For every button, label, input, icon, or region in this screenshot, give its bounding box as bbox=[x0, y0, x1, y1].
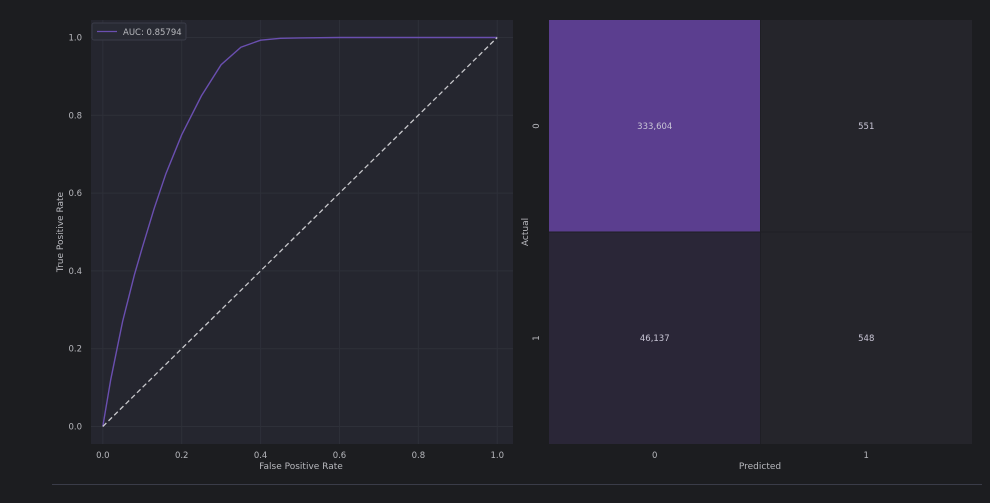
matrix-x-tick-label: 0 bbox=[652, 451, 657, 461]
matrix-x-axis-label: Predicted bbox=[739, 462, 781, 472]
matrix-x-ticks: 01 bbox=[652, 451, 869, 461]
matrix-y-tick-label: 0 bbox=[532, 123, 542, 128]
roc-x-tick-label: 0.0 bbox=[96, 451, 110, 461]
matrix-y-tick-label: 1 bbox=[532, 335, 542, 340]
roc-legend: AUC: 0.85794 bbox=[91, 22, 187, 41]
roc-x-tick-label: 1.0 bbox=[490, 451, 504, 461]
matrix-y-ticks: 01 bbox=[532, 123, 542, 340]
legend-entry-label: AUC: 0.85794 bbox=[123, 28, 182, 38]
roc-y-tick-label: 0.0 bbox=[68, 422, 82, 432]
roc-y-axis-label: True Positive Rate bbox=[56, 191, 66, 273]
roc-x-tick-label: 0.8 bbox=[412, 451, 426, 461]
roc-y-tick-label: 0.2 bbox=[68, 345, 82, 355]
roc-chart: 0.0 0.2 0.4 0.6 0.8 1.0 0.0 0.2 0.4 0.6 0.8 1.0 Fa… bbox=[56, 20, 513, 472]
roc-y-tick-label: 1.0 bbox=[68, 34, 82, 44]
roc-x-ticks: 0.0 0.2 0.4 0.6 0.8 1.0 bbox=[96, 451, 504, 461]
matrix-cell-value: 333,604 bbox=[637, 122, 672, 132]
roc-y-tick-label: 0.8 bbox=[68, 111, 82, 121]
roc-x-tick-label: 0.2 bbox=[175, 451, 189, 461]
matrix-cell-value: 551 bbox=[858, 122, 874, 132]
roc-x-tick-label: 0.4 bbox=[254, 451, 268, 461]
matrix-y-axis-label: Actual bbox=[521, 218, 531, 246]
matrix-cells: 333,604 551 46,137 548 bbox=[549, 20, 972, 444]
figure: 0.0 0.2 0.4 0.6 0.8 1.0 0.0 0.2 0.4 0.6 0.8 1.0 Fa… bbox=[56, 20, 972, 472]
confusion-matrix: 333,604 55146,137 548 01 01 Predicted Actu… bbox=[521, 20, 972, 472]
matrix-cell-value: 46,137 bbox=[640, 334, 670, 344]
roc-x-tick-label: 0.6 bbox=[333, 451, 347, 461]
roc-y-tick-label: 0.4 bbox=[68, 267, 82, 277]
roc-y-tick-label: 0.6 bbox=[68, 189, 82, 199]
matrix-x-tick-label: 1 bbox=[864, 451, 869, 461]
roc-x-axis-label: False Positive Rate bbox=[259, 462, 343, 472]
roc-plot-area bbox=[91, 20, 513, 444]
bottom-divider bbox=[52, 484, 982, 485]
matrix-cell-value: 548 bbox=[858, 334, 874, 344]
roc-y-ticks: 0.0 0.2 0.4 0.6 0.8 1.0 bbox=[68, 34, 82, 433]
